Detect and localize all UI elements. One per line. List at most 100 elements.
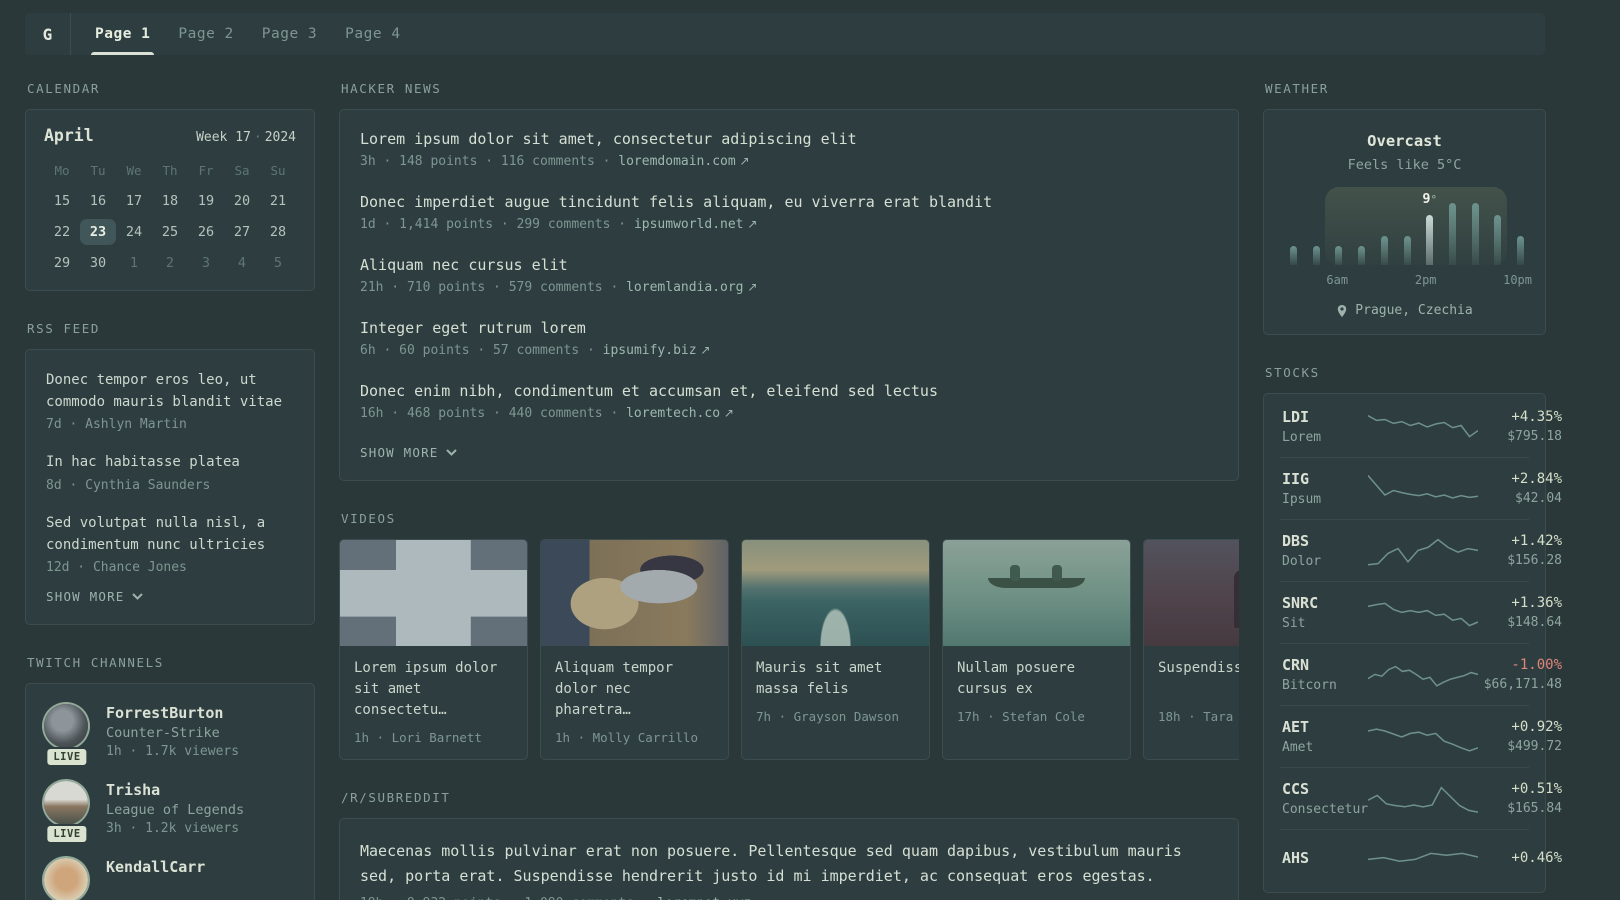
calendar-day-header: We <box>126 162 142 178</box>
video-title: Aliquam tempor dolor nec pharetra… <box>555 660 674 718</box>
calendar-day[interactable]: 21 <box>260 188 296 214</box>
calendar-day[interactable]: 19 <box>188 188 224 214</box>
hn-item-domain[interactable]: ipsumworld.net <box>634 217 744 232</box>
subreddit-post-meta: 19h · 9,932 points · 1,090 comments · lo… <box>360 896 1218 900</box>
chevron-down-icon <box>131 593 143 601</box>
calendar-day[interactable]: 1 <box>116 250 152 276</box>
separator-dot: · <box>253 130 262 145</box>
video-card[interactable]: Lorem ipsum dolor sit amet consectetu… 1h… <box>339 539 528 760</box>
hn-item[interactable]: Integer eget rutrum lorem 6h · 60 points … <box>360 319 1218 358</box>
calendar-day-header: Mo <box>54 162 70 178</box>
twitch-channel-row[interactable]: LIVE Trisha League of Legends 3h · 1.2k vie… <box>44 781 296 845</box>
rss-item[interactable]: Donec tempor eros leo, ut commodo mauris… <box>46 370 294 432</box>
calendar-day[interactable]: 16 <box>80 188 116 214</box>
video-card[interactable]: Mauris sit amet massa felis 7h · Grayson … <box>741 539 930 760</box>
rss-show-more-button[interactable]: SHOW MORE <box>46 589 294 604</box>
calendar-week: Week 17 <box>196 130 251 145</box>
hn-item-domain[interactable]: ipsumify.biz <box>603 343 697 358</box>
calendar-day[interactable]: 4 <box>224 250 260 276</box>
calendar-day[interactable]: 26 <box>188 219 224 245</box>
video-card[interactable]: Nullam posuere cursus ex 17h · Stefan Col… <box>942 539 1131 760</box>
video-card-body: Aliquam tempor dolor nec pharetra… 1h · M… <box>541 646 728 759</box>
twitch-channel-row[interactable]: KendallCarr <box>44 858 296 900</box>
calendar-section: CALENDAR April Week 17 · 2024 Mo Tu We Th Fr Sa… <box>25 81 315 291</box>
stock-row[interactable]: SNRC Sit +1.36% $148.64 <box>1280 581 1562 643</box>
avatar <box>44 781 88 826</box>
calendar-day[interactable]: 30 <box>80 250 116 276</box>
sparkline-chart <box>1368 785 1478 813</box>
calendar-day[interactable]: 25 <box>152 219 188 245</box>
video-meta: 7h · Grayson Dawson <box>756 709 899 724</box>
weather-time-labels: 6am 2pm 10pm <box>1282 273 1532 287</box>
calendar-day[interactable]: 5 <box>260 250 296 276</box>
stock-id: AHS <box>1282 849 1368 871</box>
hn-item[interactable]: Lorem ipsum dolor sit amet, consectetur … <box>360 130 1218 169</box>
video-title: Suspendisse diam <box>1158 660 1239 676</box>
videos-row: Lorem ipsum dolor sit amet consectetu… 1h… <box>339 539 1239 760</box>
calendar-day[interactable]: 17 <box>116 188 152 214</box>
sparkline-chart <box>1368 602 1478 626</box>
stock-values: +0.51% $165.84 <box>1478 781 1562 816</box>
video-card[interactable]: Suspendisse diam 18h · Tara <box>1143 539 1239 760</box>
calendar-day[interactable]: 27 <box>224 219 260 245</box>
left-column: CALENDAR April Week 17 · 2024 Mo Tu We Th Fr Sa… <box>25 81 315 900</box>
subreddit-post-domain[interactable]: loremnet.xyz <box>657 896 751 900</box>
video-meta: 1h · Molly Carrillo <box>555 730 698 745</box>
app-logo[interactable]: G <box>25 13 71 55</box>
video-card-body: Lorem ipsum dolor sit amet consectetu… 1h… <box>340 646 527 759</box>
weather-temp-bar <box>1517 235 1525 265</box>
tab-page-2[interactable]: Page 2 <box>166 13 245 55</box>
twitch-avatar-wrap: LIVE <box>44 704 90 768</box>
calendar-day[interactable]: 18 <box>152 188 188 214</box>
hn-item[interactable]: Donec enim nibh, condimentum et accumsan… <box>360 382 1218 421</box>
stock-price: $148.64 <box>1507 615 1562 630</box>
calendar-day[interactable]: 22 <box>44 219 80 245</box>
calendar-day[interactable]: 29 <box>44 250 80 276</box>
tab-page-3[interactable]: Page 3 <box>250 13 329 55</box>
video-card[interactable]: Aliquam tempor dolor nec pharetra… 1h · M… <box>540 539 729 760</box>
rss-section: RSS FEED Donec tempor eros leo, ut commo… <box>25 321 315 626</box>
stock-row[interactable]: IIG Ipsum +2.84% $42.04 <box>1280 457 1562 519</box>
calendar-day-selected[interactable]: 23 <box>80 219 116 245</box>
tab-page-4[interactable]: Page 4 <box>333 13 412 55</box>
stock-symbol: DBS <box>1282 532 1310 550</box>
stock-sparkline <box>1368 595 1478 631</box>
weather-hour-column <box>1487 203 1510 265</box>
stock-price: $795.18 <box>1507 429 1562 444</box>
stock-price: $156.28 <box>1507 553 1562 568</box>
stock-row[interactable]: CRN Bitcorn -1.00% $66,171.48 <box>1280 643 1562 705</box>
calendar-day[interactable]: 20 <box>224 188 260 214</box>
stock-row[interactable]: AET Amet +0.92% $499.72 <box>1280 705 1562 767</box>
hn-item-domain[interactable]: loremtech.co <box>626 406 720 421</box>
calendar-day[interactable]: 15 <box>44 188 80 214</box>
hn-item-domain[interactable]: loremlandia.org <box>626 280 743 295</box>
calendar-day[interactable]: 28 <box>260 219 296 245</box>
rss-item[interactable]: In hac habitasse platea 8d · Cynthia Saun… <box>46 452 294 493</box>
rss-item[interactable]: Sed volutpat nulla nisl, a condimentum n… <box>46 513 294 575</box>
stock-row[interactable]: DBS Dolor +1.42% $156.28 <box>1280 519 1562 581</box>
hn-item[interactable]: Donec imperdiet augue tincidunt felis al… <box>360 193 1218 232</box>
calendar-day[interactable]: 24 <box>116 219 152 245</box>
subreddit-post[interactable]: Maecenas mollis pulvinar erat non posuer… <box>360 839 1218 900</box>
hn-item-domain[interactable]: loremdomain.com <box>618 154 735 169</box>
calendar-day[interactable]: 2 <box>152 250 188 276</box>
weather-time-spacer <box>1348 273 1370 287</box>
weather-temp-bar <box>1312 246 1320 265</box>
stock-change: +1.42% <box>1511 533 1562 549</box>
video-card-body: Mauris sit amet massa felis 7h · Grayson … <box>742 646 929 759</box>
stock-id: AET Amet <box>1282 718 1368 755</box>
sparkline-chart <box>1368 474 1478 499</box>
stock-price: $42.04 <box>1515 491 1562 506</box>
calendar-day[interactable]: 3 <box>188 250 224 276</box>
twitch-avatar-wrap: LIVE <box>44 781 90 845</box>
stock-sparkline <box>1368 657 1478 693</box>
hn-show-more-button[interactable]: SHOW MORE <box>360 445 1218 460</box>
stock-row[interactable]: CCS Consectetur +0.51% $165.84 <box>1280 767 1562 829</box>
twitch-channel-row[interactable]: LIVE ForrestBurton Counter-Strike 1h · 1.7k… <box>44 704 296 768</box>
tab-page-1[interactable]: Page 1 <box>83 13 162 55</box>
hn-item[interactable]: Aliquam nec cursus elit 21h · 710 points … <box>360 256 1218 295</box>
stock-row[interactable]: LDI Lorem +4.35% $795.18 <box>1280 396 1562 457</box>
stock-row[interactable]: AHS +0.46% <box>1280 829 1562 890</box>
stock-values: +0.92% $499.72 <box>1478 719 1562 754</box>
stock-values: +4.35% $795.18 <box>1478 409 1562 444</box>
